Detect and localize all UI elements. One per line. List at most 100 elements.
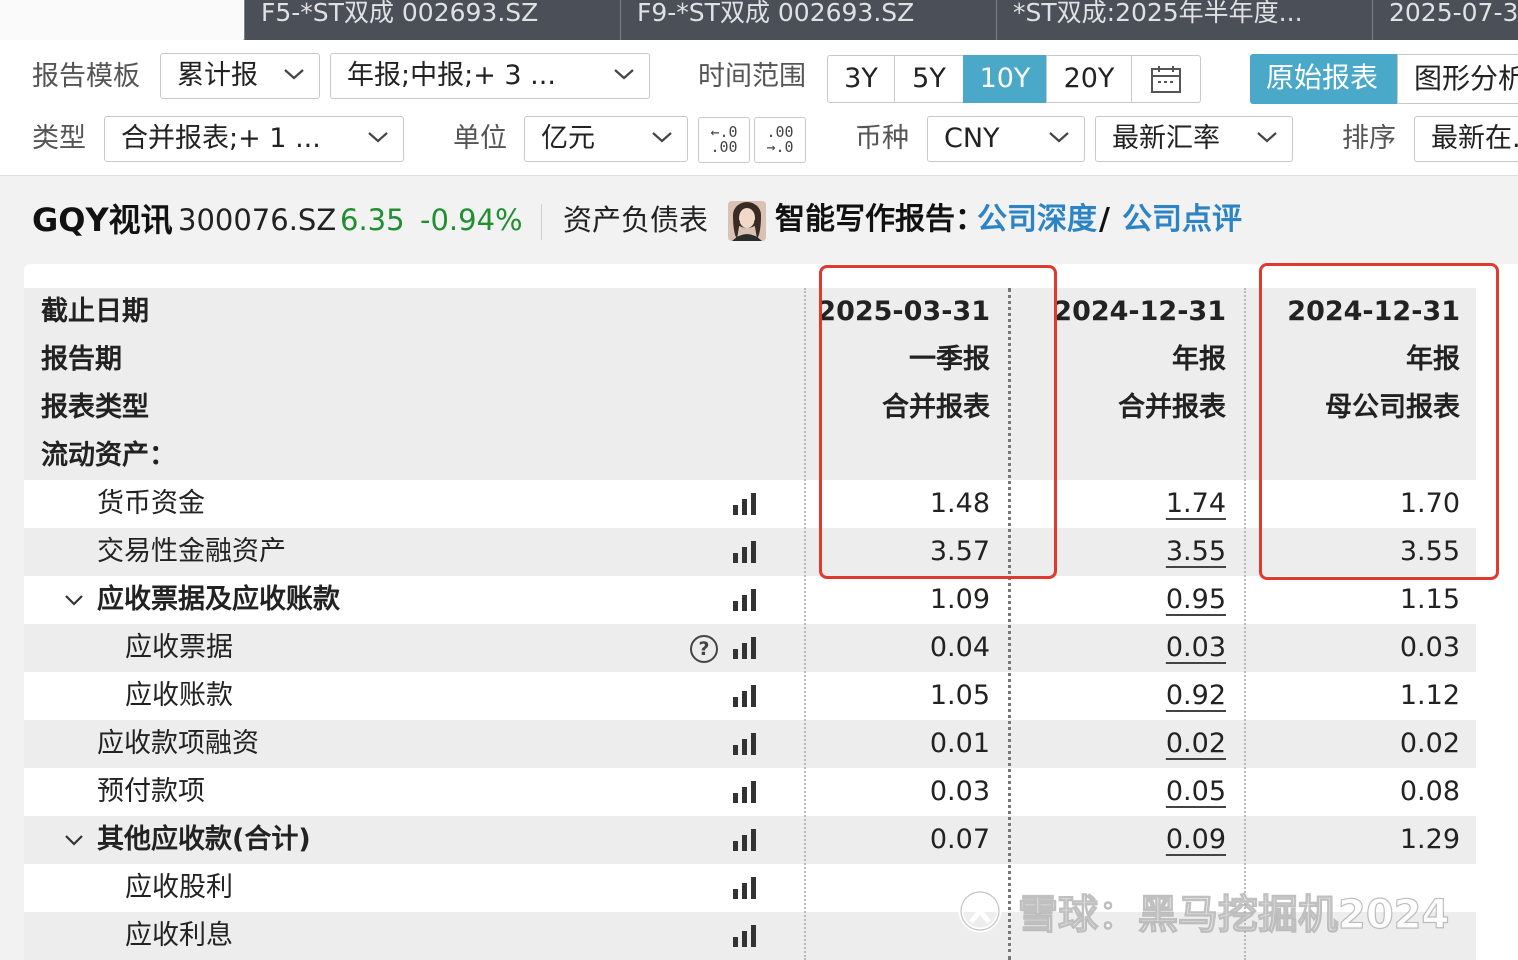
decrease-decimal-button[interactable]: ←.0 .00 — [698, 117, 750, 163]
time-option-5y[interactable]: 5Y — [894, 55, 964, 103]
tab-bar: F5-*ST双成 002693.SZ F9-*ST双成 002693.SZ *S… — [0, 0, 1518, 40]
cell-value: 0.08 — [1399, 776, 1460, 807]
header-date-label: 截止日期 — [41, 296, 149, 327]
chevron-down-icon — [652, 132, 672, 143]
sort-label: 排序 — [1342, 123, 1396, 154]
cell-value: 1.05 — [929, 680, 990, 711]
col2-date: 2024-12-31 — [1053, 296, 1226, 327]
table-row[interactable]: 应收款项融资 0.01 0.02 0.02 — [24, 720, 1476, 768]
sort-dropdown[interactable]: 最新在... — [1414, 116, 1518, 162]
chevron-down-icon — [1049, 132, 1069, 143]
bar-chart-icon[interactable] — [732, 637, 758, 659]
cell-value: 0.03 — [929, 776, 990, 807]
row-label: 其他应收款(合计) — [97, 824, 311, 855]
cell-value[interactable]: 0.92 — [1166, 672, 1226, 720]
chevron-down-icon — [1257, 132, 1277, 143]
increase-decimal-button[interactable]: .00 →.0 — [754, 117, 806, 163]
header-type-label: 报表类型 — [41, 392, 149, 423]
cell-value: 0.02 — [1399, 728, 1460, 759]
tab-report[interactable]: *ST双成:2025年半年度... — [996, 0, 1372, 40]
table-row[interactable]: 应收账款 1.05 0.92 1.12 — [24, 672, 1476, 720]
table-row[interactable]: 应收票据? 0.04 0.03 0.03 — [24, 624, 1476, 672]
column-separator — [804, 288, 806, 960]
ai-report-label: 智能写作报告： — [775, 202, 985, 237]
cell-value[interactable]: 0.05 — [1166, 768, 1226, 816]
col2-period: 年报 — [1172, 344, 1226, 375]
cell-value[interactable]: 0.95 — [1166, 576, 1226, 624]
row-label: 应收款项融资 — [97, 728, 259, 759]
cell-value[interactable]: 0.02 — [1166, 720, 1226, 768]
tab-chart-analysis[interactable]: 图形分析 — [1397, 54, 1518, 104]
tab-date[interactable]: 2025-07-3 — [1372, 0, 1518, 40]
cell-value[interactable]: 3.55 — [1166, 528, 1226, 576]
divider — [541, 204, 542, 240]
unit-dropdown[interactable]: 亿元 — [524, 116, 688, 162]
cell-value[interactable]: 0.09 — [1166, 816, 1226, 864]
bar-chart-icon[interactable] — [732, 733, 758, 755]
currency-dropdown[interactable]: CNY — [927, 116, 1085, 162]
stock-info-bar: GQY视讯 300076.SZ 6.35 -0.94% 资产负债表 智能写作报告… — [0, 176, 1518, 264]
link-separator: / — [1099, 202, 1110, 237]
currency-label: 币种 — [855, 123, 909, 154]
cell-value[interactable]: 0.03 — [1166, 624, 1226, 672]
sort-value: 最新在... — [1431, 123, 1518, 154]
cell-value: 0.04 — [929, 632, 990, 663]
row-label: 货币资金 — [97, 488, 205, 519]
stock-price: 6.35 — [340, 203, 405, 237]
exchange-rate-dropdown[interactable]: 最新汇率 — [1095, 116, 1293, 162]
col2-type: 合并报表 — [1118, 392, 1226, 423]
chevron-down-icon[interactable] — [64, 593, 84, 607]
chevron-down-icon — [614, 69, 634, 80]
link-company-depth[interactable]: 公司深度 — [977, 200, 1097, 240]
cell-value: 0.01 — [929, 728, 990, 759]
toolbar: 报告模板 累计报 年报;中报;+ 3 ... 时间范围 3Y 5Y 10Y 20… — [0, 40, 1518, 176]
stock-name: GQY视讯 — [32, 201, 173, 239]
currency-value: CNY — [944, 123, 1000, 154]
template-dropdown[interactable]: 累计报 — [160, 53, 320, 99]
time-option-20y[interactable]: 20Y — [1046, 55, 1132, 103]
tab-raw-statements[interactable]: 原始报表 — [1250, 54, 1397, 104]
tab-f9[interactable]: F9-*ST双成 002693.SZ — [620, 0, 996, 40]
unit-value: 亿元 — [541, 123, 595, 154]
exchange-rate-value: 最新汇率 — [1112, 123, 1220, 154]
bar-chart-icon[interactable] — [732, 541, 758, 563]
bar-chart-icon[interactable] — [732, 877, 758, 899]
period-dropdown[interactable]: 年报;中报;+ 3 ... — [330, 53, 650, 99]
avatar[interactable] — [728, 201, 766, 241]
chevron-down-icon — [284, 69, 304, 80]
chevron-down-icon — [368, 132, 388, 143]
bar-chart-icon[interactable] — [732, 781, 758, 803]
bar-chart-icon[interactable] — [732, 685, 758, 707]
tab-bar-blank — [0, 0, 243, 40]
tab-f5[interactable]: F5-*ST双成 002693.SZ — [244, 0, 620, 40]
bar-chart-icon[interactable] — [732, 589, 758, 611]
cell-value: 0.07 — [929, 824, 990, 855]
calendar-button[interactable] — [1131, 55, 1201, 103]
type-label: 类型 — [32, 123, 86, 154]
xueqiu-logo-icon — [958, 889, 1002, 933]
row-label: 流动资产： — [41, 440, 176, 471]
highlight-box-parent — [1259, 263, 1499, 580]
bar-chart-icon[interactable] — [732, 493, 758, 515]
link-company-review[interactable]: 公司点评 — [1122, 200, 1242, 240]
table-row[interactable]: 预付款项 0.03 0.05 0.08 — [24, 768, 1476, 816]
period-value: 年报;中报;+ 3 ... — [347, 60, 556, 91]
chevron-down-icon[interactable] — [64, 833, 84, 847]
time-option-3y[interactable]: 3Y — [827, 55, 895, 103]
cell-value: 1.29 — [1399, 824, 1460, 855]
cell-value[interactable]: 1.74 — [1166, 480, 1226, 528]
type-dropdown[interactable]: 合并报表;+ 1 ... — [104, 116, 404, 162]
table-row[interactable]: 其他应收款(合计) 0.07 0.09 1.29 — [24, 816, 1476, 864]
type-value: 合并报表;+ 1 ... — [121, 123, 321, 154]
bar-chart-icon[interactable] — [732, 925, 758, 947]
cell-value: 1.15 — [1399, 584, 1460, 615]
stock-code: 300076.SZ — [178, 203, 337, 237]
cell-value: 1.09 — [929, 584, 990, 615]
help-icon[interactable]: ? — [690, 635, 718, 663]
time-option-10y[interactable]: 10Y — [963, 55, 1047, 103]
table-row[interactable]: 应收票据及应收账款 1.09 0.95 1.15 — [24, 576, 1476, 624]
row-label: 应收票据及应收账款 — [97, 584, 340, 615]
stock-change-pct: -0.94% — [420, 203, 523, 237]
unit-label: 单位 — [453, 123, 507, 154]
bar-chart-icon[interactable] — [732, 829, 758, 851]
